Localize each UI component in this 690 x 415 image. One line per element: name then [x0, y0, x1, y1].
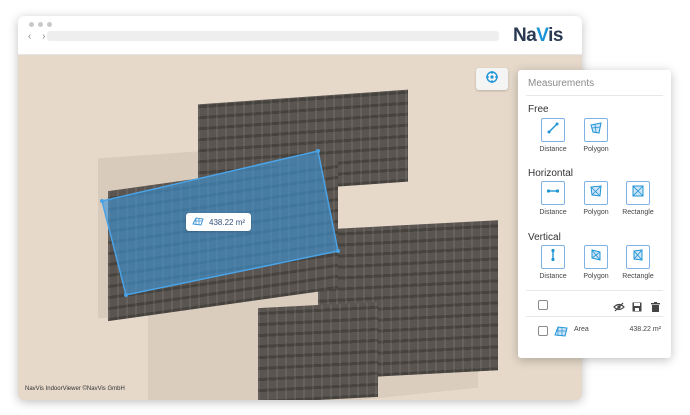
tool-label: Polygon	[583, 273, 609, 280]
distance-horizontal-icon	[546, 184, 560, 203]
window-controls	[29, 22, 52, 27]
window-dot[interactable]	[47, 22, 52, 27]
window-dot[interactable]	[29, 22, 34, 27]
tool-horizontal-rectangle[interactable]: Rectangle	[618, 181, 658, 216]
trash-icon[interactable]	[651, 299, 660, 317]
polygon-icon	[589, 184, 603, 203]
section-title-free: Free	[528, 104, 549, 115]
tool-vertical-rectangle[interactable]: Rectangle	[618, 245, 658, 280]
tool-free-polygon[interactable]: Polygon	[576, 118, 616, 153]
tool-button[interactable]	[626, 181, 650, 205]
area-icon	[554, 324, 568, 342]
distance-vertical-icon	[546, 248, 560, 267]
logo-text-suffix: is	[548, 25, 563, 46]
address-bar[interactable]	[47, 31, 499, 41]
browser-window: ‹ › NaVis 438.22 m² NavVis IndoorViewer …	[18, 16, 582, 400]
tool-label: Distance	[539, 146, 567, 153]
panel-title: Measurements	[528, 78, 595, 89]
area-selection[interactable]	[18, 55, 582, 400]
tool-label: Distance	[539, 209, 567, 216]
copyright-text: NavVis IndoorViewer ©NavVis GmbH	[25, 386, 125, 392]
tool-button[interactable]	[584, 181, 608, 205]
compass-button[interactable]	[476, 68, 508, 90]
tool-vertical-distance[interactable]: Distance	[533, 245, 573, 280]
measurements-panel: Measurements Free Distance Polygon Horiz…	[518, 70, 671, 358]
result-value: 438.22 m²	[629, 326, 661, 333]
tool-vertical-polygon[interactable]: Polygon	[576, 245, 616, 280]
point-cloud-map[interactable]: 438.22 m² NavVis IndoorViewer ©NavVis Gm…	[18, 55, 582, 400]
browser-toolbar: ‹ › NaVis	[18, 16, 582, 55]
divider	[526, 290, 663, 291]
polygon-icon	[589, 121, 603, 140]
tool-button[interactable]	[541, 245, 565, 269]
distance-diagonal-icon	[546, 121, 560, 140]
tool-button[interactable]	[626, 245, 650, 269]
measurement-label[interactable]: 438.22 m²	[186, 213, 252, 231]
section-title-horizontal: Horizontal	[528, 168, 574, 179]
tool-free-distance[interactable]: Distance	[533, 118, 573, 153]
eye-off-icon[interactable]	[613, 299, 625, 317]
tool-button[interactable]	[584, 245, 608, 269]
divider	[526, 95, 663, 96]
save-icon[interactable]	[632, 299, 642, 317]
select-all-checkbox[interactable]	[538, 300, 548, 310]
tool-horizontal-polygon[interactable]: Polygon	[576, 181, 616, 216]
tool-button[interactable]	[541, 181, 565, 205]
tool-label: Polygon	[583, 146, 609, 153]
tool-button[interactable]	[541, 118, 565, 142]
result-checkbox[interactable]	[538, 326, 548, 336]
tool-label: Rectangle	[622, 209, 654, 216]
tool-horizontal-distance[interactable]: Distance	[533, 181, 573, 216]
tool-label: Rectangle	[622, 273, 654, 280]
tool-label: Distance	[539, 273, 567, 280]
section-title-vertical: Vertical	[528, 232, 561, 243]
logo-text-prefix: Na	[513, 25, 537, 46]
window-dot[interactable]	[38, 22, 43, 27]
navvis-logo: NaVis	[513, 25, 563, 47]
tool-button[interactable]	[584, 118, 608, 142]
result-label: Area	[574, 326, 589, 333]
tool-label: Polygon	[583, 209, 609, 216]
polygon-icon	[589, 248, 603, 267]
compass-icon	[486, 70, 498, 88]
divider	[526, 316, 663, 317]
area-icon	[192, 216, 204, 228]
rectangle-icon	[631, 184, 645, 203]
rectangle-icon	[631, 248, 645, 267]
measurement-value: 438.22 m²	[209, 217, 246, 227]
logo-text-accent: V	[536, 25, 549, 46]
